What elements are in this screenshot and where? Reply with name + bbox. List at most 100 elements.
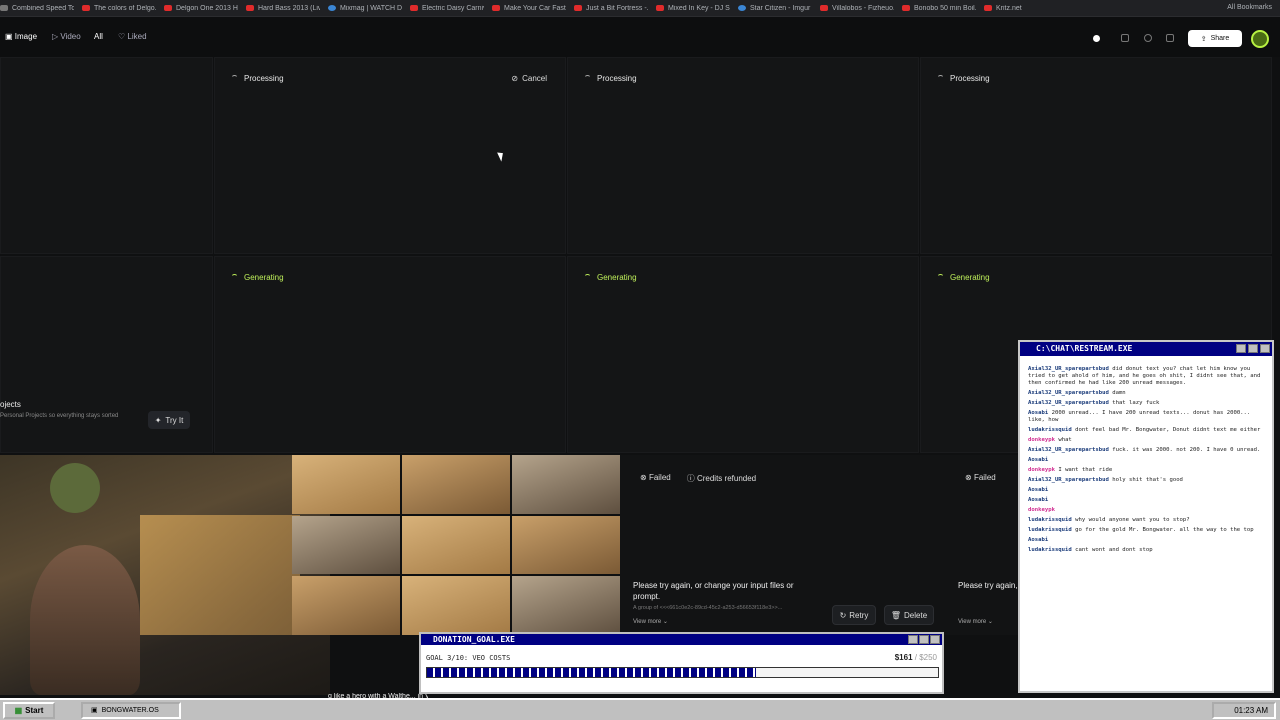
thumbnail[interactable]: [402, 576, 510, 635]
filter-liked-label: Liked: [127, 32, 147, 41]
bookmarks-bar: Combined Speed To... The colors of Delgo.…: [0, 0, 1280, 17]
chat-message: donkeypk what: [1028, 437, 1266, 444]
spinner-icon: [937, 75, 944, 82]
thumbnail[interactable]: [292, 576, 400, 635]
try-it-button[interactable]: ✦ Try It: [148, 411, 190, 429]
chat-message: donkeypk: [1028, 507, 1266, 514]
share-icon: ⇪: [1200, 35, 1207, 43]
donation-goal: GOAL 3/10: VEO COSTS: [426, 654, 511, 662]
all-bookmarks[interactable]: All Bookmarks: [1227, 4, 1272, 11]
bookmark-icon: [0, 5, 8, 11]
avatar[interactable]: [1251, 30, 1269, 48]
bookmark-item[interactable]: Bonobo 50 min Boil...: [902, 5, 976, 12]
cancel-button[interactable]: ⊘ Cancel: [511, 74, 547, 83]
retry-icon: ↻: [839, 610, 847, 620]
bookmark-item[interactable]: Just a Bit Fortress -...: [574, 5, 648, 12]
fail-status: ⊗ Failed: [640, 473, 671, 482]
spinner-icon: [584, 75, 591, 82]
chat-username: Axial32_UR_sparepartsbud: [1028, 390, 1109, 396]
bookmark-icon: [574, 5, 582, 11]
card-generating-2[interactable]: Generating: [567, 256, 919, 453]
filter-liked[interactable]: ♡ Liked: [118, 32, 147, 41]
chat-message: donkeypk I want that ride: [1028, 467, 1266, 474]
card-processing-2[interactable]: Processing: [567, 57, 919, 254]
chat-text: damn: [1112, 390, 1126, 396]
chat-window: C:\CHAT\RESTREAM.EXE Axial32_UR_sparepar…: [1018, 340, 1274, 693]
maximize-button[interactable]: [1248, 344, 1258, 353]
refund-status: ⓘ Credits refunded: [686, 474, 757, 483]
thumbnail[interactable]: [512, 515, 620, 575]
fail-message: Please try again, or prompt.: [958, 581, 1021, 590]
chat-username: Aosabi: [1028, 537, 1049, 543]
chat-text: why would anyone want you to stop?: [1075, 517, 1190, 523]
projects-promo: ojects Personal Projects so everything s…: [0, 398, 200, 436]
bookmark-item[interactable]: Make Your Car Fast...: [492, 5, 566, 12]
bookmark-item[interactable]: Hard Bass 2013 (Liv...: [246, 5, 320, 12]
maximize-button[interactable]: [919, 635, 929, 644]
app-icon: ▣: [91, 707, 98, 714]
settings-icon[interactable]: [1144, 34, 1152, 42]
retry-label: Retry: [849, 610, 869, 620]
bookmark-label: Star Citizen - Imgur: [750, 4, 811, 12]
thumbnail[interactable]: [402, 455, 510, 514]
minimize-button[interactable]: [908, 635, 918, 644]
layout-icon[interactable]: [1166, 34, 1174, 42]
chat-message: Aosabi: [1028, 537, 1266, 544]
chat-username: Aosabi: [1028, 497, 1049, 503]
bookmark-label: Electric Daisy Carniv...: [422, 4, 484, 12]
card-processing-1[interactable]: Processing ⊘ Cancel: [214, 57, 566, 254]
chat-text: fuck. it was 2000. not 200. I have 0 unr…: [1112, 447, 1261, 453]
fail-message: Please try again, or change your input f…: [633, 581, 794, 601]
bookmark-item[interactable]: Villalobos - Fizheuo...: [820, 5, 894, 12]
start-button[interactable]: ▦ Start: [3, 701, 55, 719]
chat-message: ludakrissquid why would anyone want you …: [1028, 517, 1266, 524]
tab-video[interactable]: ▷ Video: [52, 32, 81, 41]
bookmark-item[interactable]: Kritz.net: [984, 5, 1058, 12]
delete-label: Delete: [904, 610, 928, 620]
view-more-link[interactable]: View more ⌄: [958, 618, 993, 625]
share-button[interactable]: ⇪ Share: [1188, 30, 1242, 47]
status-label: Generating: [950, 273, 990, 282]
thumbnail[interactable]: [292, 455, 400, 514]
chat-username: Aosabi: [1028, 487, 1049, 493]
bookmark-label: Hard Bass 2013 (Liv...: [258, 4, 320, 12]
tab-image[interactable]: ▣ Image: [5, 32, 37, 41]
bookmark-item[interactable]: The colors of Delgo...: [82, 5, 156, 12]
thumbnail[interactable]: [402, 515, 510, 575]
fail-header: ⊗ Failed ⓘ Credits refunded: [640, 473, 756, 484]
filter-all[interactable]: All: [94, 32, 103, 41]
spinner-icon: [937, 274, 944, 281]
chat-message: Axial32_UR_sparepartsbud that lazy fuck: [1028, 400, 1266, 407]
thumbnail[interactable]: [512, 455, 620, 514]
card-processing-3[interactable]: Processing: [920, 57, 1272, 254]
try-it-label: Try It: [165, 415, 184, 425]
view-more-link[interactable]: View more ⌄: [633, 618, 668, 625]
bookmark-item[interactable]: Mixed In Key - DJ S...: [656, 5, 730, 12]
status-label: Processing: [597, 74, 637, 83]
bookmark-item[interactable]: Mixmag | WATCH D...: [328, 5, 402, 12]
minimize-button[interactable]: [1236, 344, 1246, 353]
fail-status: ⊗ Failed: [965, 473, 996, 482]
thumbnail[interactable]: [292, 515, 400, 575]
zoom-slider-handle[interactable]: [1093, 35, 1100, 42]
bookmark-icon: [246, 5, 254, 11]
chat-message: Aosabi: [1028, 487, 1266, 494]
taskbar-item[interactable]: ▣ BONGWATER.OS: [81, 701, 181, 719]
grid-icon[interactable]: [1121, 34, 1129, 42]
bookmark-label: Bonobo 50 min Boil...: [914, 4, 976, 12]
bookmark-item[interactable]: Star Citizen - Imgur: [738, 5, 812, 12]
card-generating-1[interactable]: Generating: [214, 256, 566, 453]
chat-message: ludakrissquid cant wont and dont stop: [1028, 547, 1266, 554]
close-button[interactable]: [930, 635, 940, 644]
status-processing: Processing: [584, 74, 637, 83]
spinner-icon: [231, 75, 238, 82]
bookmark-item[interactable]: Combined Speed To...: [0, 5, 74, 12]
close-button[interactable]: [1260, 344, 1270, 353]
donation-amount: $161 / $250: [895, 653, 937, 662]
retry-button[interactable]: ↻ Retry: [832, 605, 876, 625]
thumbnail[interactable]: [512, 576, 620, 635]
delete-button[interactable]: 🗑 Delete: [884, 605, 934, 625]
bookmark-item[interactable]: Electric Daisy Carniv...: [410, 5, 484, 12]
chat-text: dont feel bad Mr. Bongwater, Donut didnt…: [1075, 427, 1261, 433]
bookmark-item[interactable]: Delgon One 2013 H...: [164, 5, 238, 12]
